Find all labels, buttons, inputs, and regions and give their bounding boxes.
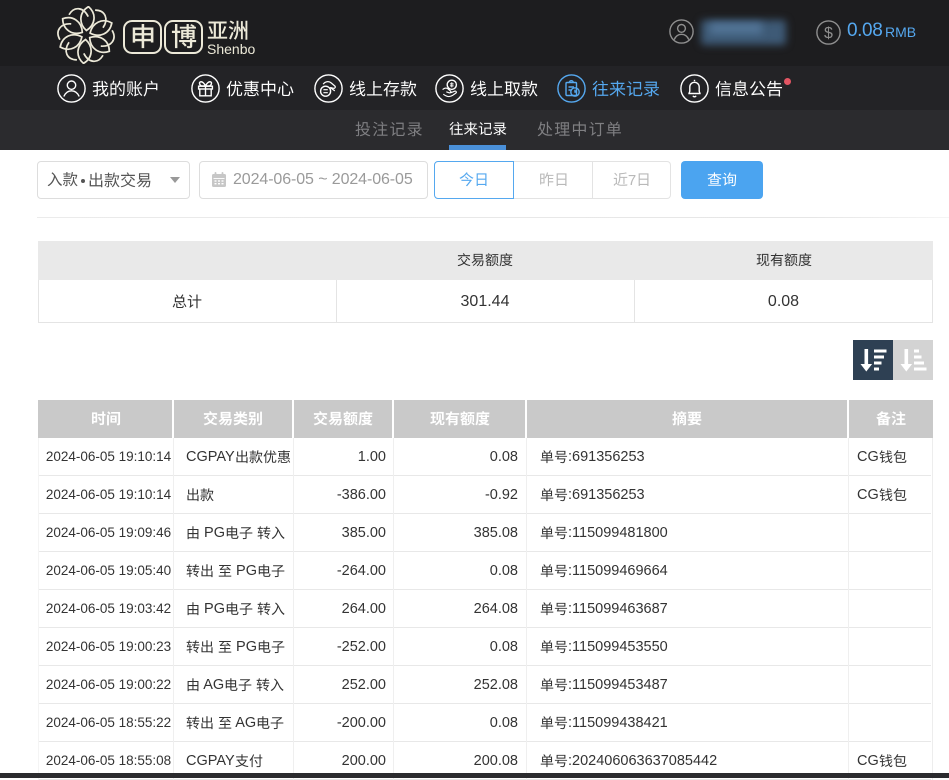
svg-text:$: $ (824, 25, 833, 42)
